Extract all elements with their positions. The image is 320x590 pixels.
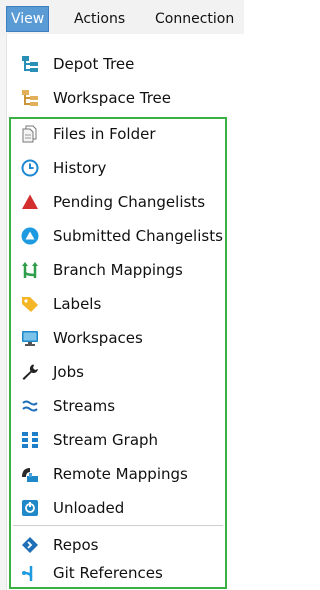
- menu-item-depot-tree[interactable]: Depot Tree: [0, 47, 244, 81]
- menu-separator: [13, 525, 223, 526]
- workspace-tree-icon: [21, 89, 39, 107]
- menu-item-label: Depot Tree: [53, 55, 135, 73]
- streams-icon: [21, 397, 39, 415]
- submitted-icon: [21, 227, 39, 245]
- menu-item-label: Remote Mappings: [53, 465, 188, 483]
- menu-item-label: Pending Changelists: [53, 193, 206, 211]
- menu-item-jobs[interactable]: Jobs: [0, 355, 244, 389]
- unloaded-icon: [21, 499, 39, 517]
- menu-item-workspace-tree[interactable]: Workspace Tree: [0, 81, 244, 115]
- menu-item-label: Stream Graph: [53, 431, 159, 449]
- menu-item-label: Streams: [53, 397, 116, 415]
- stream-graph-icon: [21, 431, 39, 449]
- menu-item-label: Branch Mappings: [53, 261, 183, 279]
- menu-connection[interactable]: Connection: [155, 7, 234, 31]
- menu-item-remote-mappings[interactable]: Remote Mappings: [0, 457, 244, 491]
- menu-item-label: Submitted Changelists: [53, 227, 223, 245]
- menu-item-stream-graph[interactable]: Stream Graph: [0, 423, 244, 457]
- tag-icon: [21, 295, 39, 313]
- menu-view[interactable]: View: [6, 6, 50, 32]
- depot-tree-icon: [21, 55, 39, 73]
- menu-item-label: Workspace Tree: [53, 89, 172, 107]
- menu-item-unloaded[interactable]: Unloaded: [0, 491, 244, 525]
- menu-item-branch-mappings[interactable]: Branch Mappings: [0, 253, 244, 287]
- menu-item-label: Jobs: [53, 363, 84, 381]
- menu-item-workspaces[interactable]: Workspaces: [0, 321, 244, 355]
- git-icon: [21, 564, 39, 582]
- menu-item-label: Labels: [53, 295, 102, 313]
- monitor-icon: [21, 329, 39, 347]
- menu-item-files-in-folder[interactable]: Files in Folder: [0, 117, 244, 151]
- menu-item-label: Files in Folder: [53, 125, 156, 143]
- diamond-icon: [21, 536, 39, 554]
- menu-item-submitted-changelists[interactable]: Submitted Changelists: [0, 219, 244, 253]
- menu-item-git-references[interactable]: Git References: [0, 556, 244, 590]
- branch-icon: [21, 261, 39, 279]
- menu-actions[interactable]: Actions: [74, 7, 125, 31]
- menu-item-label: Git References: [53, 564, 163, 582]
- wrench-icon: [21, 363, 39, 381]
- menu-item-pending-changelists[interactable]: Pending Changelists: [0, 185, 244, 219]
- menu-item-streams[interactable]: Streams: [0, 389, 244, 423]
- menu-item-history[interactable]: History: [0, 151, 244, 185]
- menu-bar: View Actions Connection: [0, 0, 244, 35]
- clock-icon: [21, 159, 39, 177]
- menu-item-label: History: [53, 159, 107, 177]
- triangle-icon: [21, 193, 39, 211]
- menu-item-label: Workspaces: [53, 329, 143, 347]
- menu-item-labels[interactable]: Labels: [0, 287, 244, 321]
- remote-icon: [21, 465, 39, 483]
- menu-item-label: Unloaded: [53, 499, 125, 517]
- files-icon: [21, 125, 39, 143]
